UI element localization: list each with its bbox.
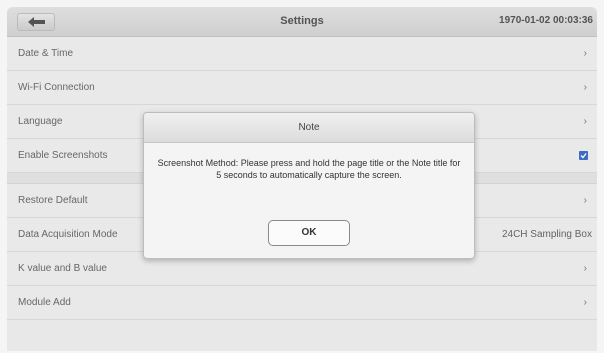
note-dialog: Note Screenshot Method: Please press and…	[143, 112, 475, 259]
ok-button[interactable]: OK	[268, 220, 350, 246]
dialog-message: Screenshot Method: Please press and hold…	[157, 158, 461, 180]
dialog-title[interactable]: Note	[144, 113, 474, 143]
